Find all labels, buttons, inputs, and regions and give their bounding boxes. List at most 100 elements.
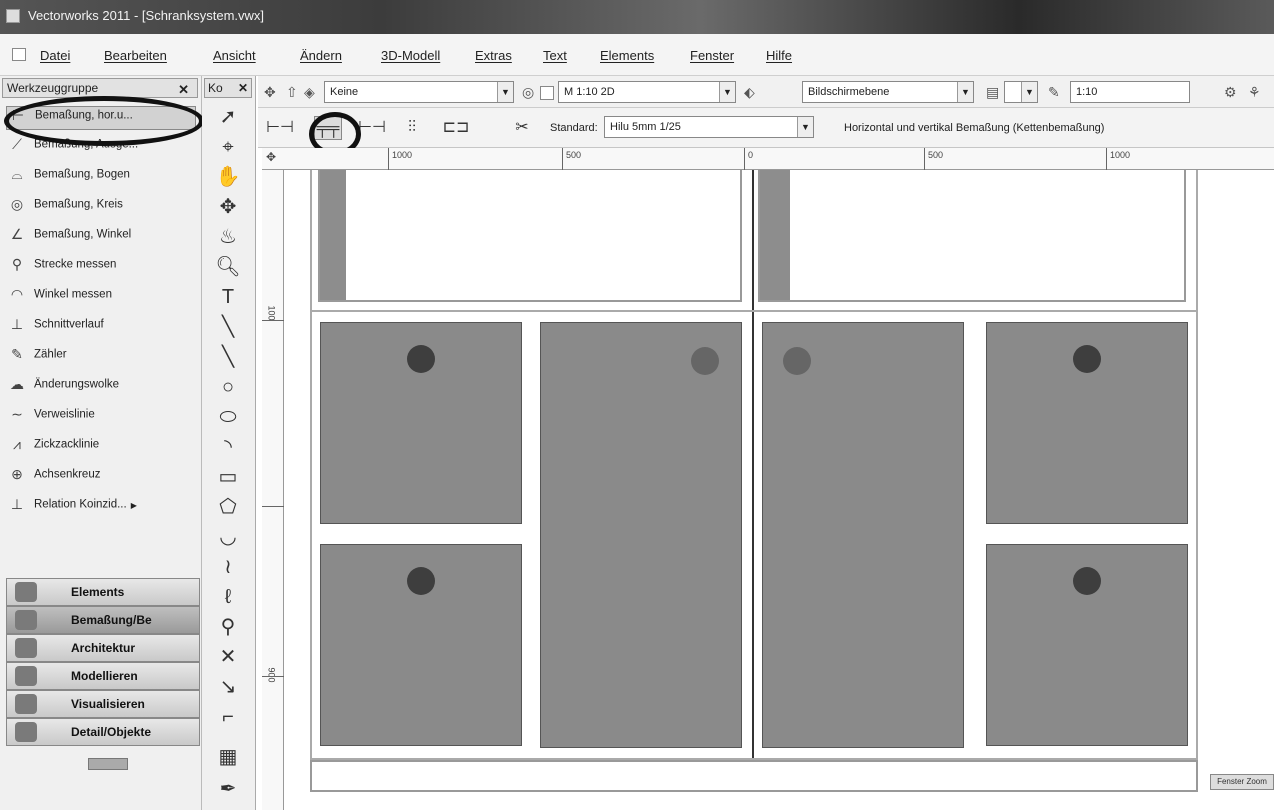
- dimension-preferences-icon[interactable]: ✂: [508, 116, 536, 140]
- spiral-tool-icon[interactable]: ℓ: [212, 584, 244, 610]
- polyline-tool-icon[interactable]: ◡: [212, 524, 244, 550]
- door-lower-right[interactable]: [986, 544, 1188, 746]
- class-dropdown[interactable]: Keine ▼: [324, 81, 514, 103]
- menu-aendern[interactable]: Ändern: [300, 48, 342, 63]
- menu-ansicht[interactable]: Ansicht: [213, 48, 256, 63]
- palette-visualisieren[interactable]: Visualisieren: [6, 690, 200, 718]
- arc-tool-icon[interactable]: ◝: [212, 434, 244, 460]
- leader-line-icon: ∼: [11, 406, 23, 422]
- walkthrough-icon[interactable]: ♨: [212, 224, 244, 250]
- view-options-icon[interactable]: ⬖: [744, 84, 755, 101]
- tool-panel-title[interactable]: Werkzeuggruppe ✕: [2, 78, 198, 98]
- render-dropdown[interactable]: ▼: [1004, 81, 1038, 103]
- layer-checkbox[interactable]: [540, 86, 554, 100]
- rectangle-tool-icon[interactable]: ▭: [212, 464, 244, 490]
- upper-left-compartment: [318, 170, 742, 302]
- layer-options-icon[interactable]: ◎: [522, 84, 534, 101]
- side-panel: [320, 170, 346, 300]
- text-tool-icon[interactable]: T: [212, 284, 244, 310]
- tool-dimension-circle[interactable]: ◎ Bemaßung, Kreis: [6, 196, 196, 220]
- constraints-panel-title[interactable]: Ko ✕: [204, 78, 252, 98]
- tool-dimension-angle[interactable]: ∠ Bemaßung, Winkel: [6, 226, 196, 250]
- close-icon[interactable]: ✕: [178, 82, 189, 97]
- menu-text[interactable]: Text: [543, 48, 567, 63]
- grid-tool-icon[interactable]: ▦: [212, 744, 244, 770]
- pencil-icon[interactable]: ✎: [1048, 84, 1060, 101]
- tool-counter[interactable]: ✎ Zähler: [6, 346, 196, 370]
- palette-elements[interactable]: Elements: [6, 578, 200, 606]
- circle-tool-icon[interactable]: ○: [212, 374, 244, 400]
- menu-bar: Datei Bearbeiten Ansicht Ändern 3D-Model…: [0, 34, 1274, 76]
- ruler-label: 100: [266, 305, 277, 321]
- tool-revision-cloud[interactable]: ☁ Änderungswolke: [6, 376, 196, 400]
- forward-arrow-icon[interactable]: ⇧: [286, 84, 298, 101]
- tool-dimension-arc[interactable]: ⌓ Bemaßung, Bogen: [6, 166, 196, 190]
- zoom-icon[interactable]: 🔍︎: [212, 254, 244, 280]
- door-tall-left[interactable]: [540, 322, 742, 748]
- flyover-icon[interactable]: ✥: [212, 194, 244, 220]
- clip-tool-icon[interactable]: ⌐: [212, 704, 244, 730]
- door-lower-left[interactable]: [320, 544, 522, 746]
- cumulative-dimension-mode-icon[interactable]: ⊏⊐: [442, 116, 470, 140]
- palette-modellieren[interactable]: Modellieren: [6, 662, 200, 690]
- menu-3d-modell[interactable]: 3D-Modell: [381, 48, 440, 63]
- ordinate-dimension-mode-icon[interactable]: ⫶⫶: [398, 116, 426, 140]
- tool-leader-line[interactable]: ∼ Verweislinie: [6, 406, 196, 430]
- snap-icon[interactable]: ⌖: [212, 134, 244, 160]
- palette-bemassung[interactable]: Bemaßung/Be: [6, 606, 200, 634]
- close-icon[interactable]: ✕: [238, 81, 248, 95]
- menu-fenster[interactable]: Fenster: [690, 48, 734, 63]
- zoom-window-button[interactable]: Fenster Zoom: [1210, 774, 1274, 790]
- connect-tool-icon[interactable]: ↘: [212, 674, 244, 700]
- freehand-tool-icon[interactable]: ≀: [212, 554, 244, 580]
- menu-extras[interactable]: Extras: [475, 48, 512, 63]
- aligned-dimension-icon: ⟋: [12, 136, 22, 152]
- tool-coincident-relation[interactable]: ⊥ Relation Koinzid... ▶: [6, 496, 196, 520]
- palette-architektur[interactable]: Architektur: [6, 634, 200, 662]
- pen-tool-icon[interactable]: ✒: [212, 776, 244, 802]
- revision-cloud-icon: ☁: [10, 376, 24, 392]
- tool-measure-angle[interactable]: ◠ Winkel messen: [6, 286, 196, 310]
- view-dropdown[interactable]: Bildschirmebene ▼: [802, 81, 974, 103]
- menu-datei[interactable]: Datei: [40, 48, 70, 63]
- tool-measure-distance[interactable]: ⚲ Strecke messen: [6, 256, 196, 280]
- dimension-standard-dropdown[interactable]: Hilu 5mm 1/25 ▼: [604, 116, 814, 138]
- locus-icon[interactable]: ✕: [212, 644, 244, 670]
- line-tool-icon[interactable]: ╲: [212, 314, 244, 340]
- scale-field[interactable]: 1:10: [1070, 81, 1190, 103]
- pan-icon[interactable]: ✋: [212, 164, 244, 190]
- back-arrow-icon[interactable]: ✥: [264, 84, 276, 101]
- double-line-icon[interactable]: ╲: [212, 344, 244, 370]
- page-setup-icon[interactable]: ▤: [986, 84, 999, 101]
- ruler-horizontal: ✥ 1000 500 0 500 1000: [262, 148, 1274, 170]
- zoom-settings-icon[interactable]: ⚙: [1224, 84, 1237, 101]
- tool-zigzag-line[interactable]: ⩘ Zickzacklinie: [6, 436, 196, 460]
- architecture-icon: [15, 638, 37, 658]
- document-icon[interactable]: [12, 48, 26, 61]
- door-upper-left[interactable]: [320, 322, 522, 524]
- drawing-area[interactable]: [284, 170, 1274, 810]
- tool-crosshair[interactable]: ⊕ Achsenkreuz: [6, 466, 196, 490]
- chevron-down-icon: ▼: [1021, 82, 1037, 102]
- oval-tool-icon[interactable]: ⬭: [212, 404, 244, 430]
- constraints-panel: Ko ✕ ➚ ⌖ ✋ ✥ ♨ 🔍︎ T ╲ ╲ ○ ⬭ ◝ ▭ ⬠ ◡ ≀ ℓ …: [202, 76, 256, 810]
- highlight-circle-tool: [4, 96, 204, 146]
- selection-tool-icon[interactable]: ➚: [212, 104, 244, 130]
- class-options-icon[interactable]: ◈: [304, 84, 315, 101]
- tool-section-line[interactable]: ⊥ Schnittverlauf: [6, 316, 196, 340]
- menu-elements[interactable]: Elements: [600, 48, 654, 63]
- single-dimension-mode-icon[interactable]: ⊢⊣: [266, 116, 294, 140]
- eyedropper-icon[interactable]: ⚲: [212, 614, 244, 640]
- baseline-dimension-mode-icon[interactable]: ⊢⊣: [358, 116, 386, 140]
- door-upper-right[interactable]: [986, 322, 1188, 524]
- menu-bearbeiten[interactable]: Bearbeiten: [104, 48, 167, 63]
- counter-icon: ✎: [11, 346, 23, 362]
- polygon-tool-icon[interactable]: ⬠: [212, 494, 244, 520]
- layer-dropdown[interactable]: M 1:10 2D ▼: [558, 81, 736, 103]
- palette-detail-objekte[interactable]: Detail/Objekte: [6, 718, 200, 746]
- origin-icon[interactable]: ✥: [266, 150, 276, 164]
- more-palettes-button[interactable]: [88, 758, 128, 770]
- unified-view-icon[interactable]: ⚘: [1248, 84, 1261, 101]
- door-tall-right[interactable]: [762, 322, 964, 748]
- menu-hilfe[interactable]: Hilfe: [766, 48, 792, 63]
